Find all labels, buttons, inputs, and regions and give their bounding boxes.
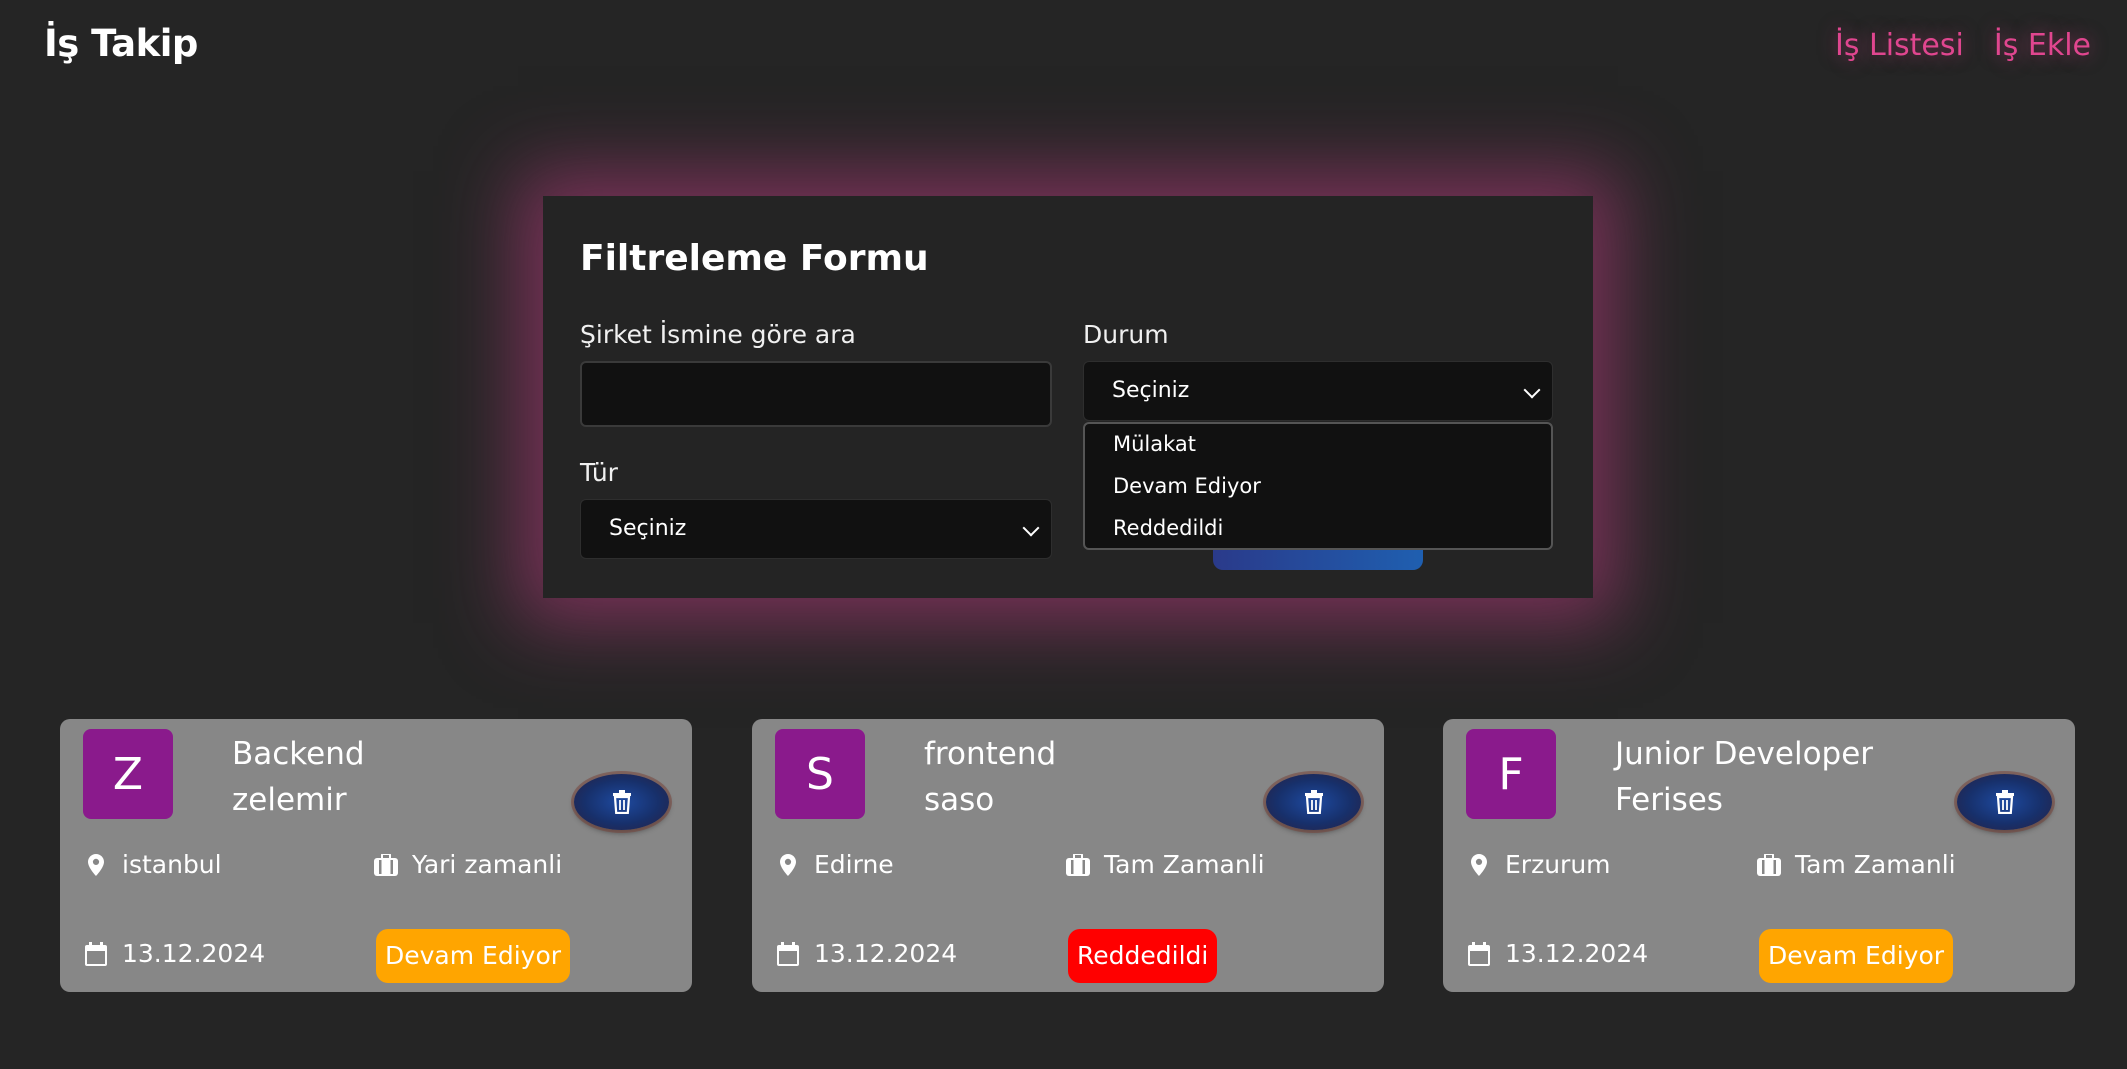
- status-select[interactable]: Seçiniz: [1083, 361, 1553, 421]
- job-position: frontend: [924, 736, 1057, 772]
- status-label: Durum: [1083, 320, 1169, 349]
- job-date: 13.12.2024: [84, 939, 265, 968]
- brand-logo[interactable]: İş Takip: [44, 22, 198, 65]
- status-dropdown: Mülakat Devam Ediyor Reddedildi: [1083, 422, 1553, 550]
- company-avatar: S: [775, 729, 865, 819]
- job-location: istanbul: [84, 850, 222, 879]
- job-card: Z Backend zelemir istanbul Yari zamanli …: [60, 719, 692, 992]
- job-type-text: Tam Zamanli: [1104, 850, 1265, 879]
- location-text: istanbul: [122, 850, 222, 879]
- chevron-down-icon: [1523, 381, 1541, 399]
- company-search-label: Şirket İsmine göre ara: [580, 320, 856, 349]
- nav-add-job[interactable]: İş Ekle: [1994, 28, 2091, 63]
- status-badge: Reddedildi: [1068, 929, 1218, 983]
- location-text: Edirne: [814, 850, 894, 879]
- job-type: Yari zamanli: [374, 850, 562, 879]
- job-date: 13.12.2024: [1467, 939, 1648, 968]
- status-option[interactable]: Mülakat: [1113, 432, 1196, 456]
- type-select[interactable]: Seçiniz: [580, 499, 1052, 559]
- calendar-icon: [84, 941, 108, 966]
- date-text: 13.12.2024: [1505, 939, 1649, 968]
- calendar-icon: [1467, 941, 1491, 966]
- company-search-input[interactable]: [580, 361, 1052, 427]
- trash-icon: [1995, 790, 2014, 814]
- job-location: Erzurum: [1467, 850, 1611, 879]
- job-card: F Junior Developer Ferises Erzurum Tam Z…: [1443, 719, 2075, 992]
- top-nav: İş Listesi İş Ekle: [1835, 28, 2091, 63]
- status-option[interactable]: Reddedildi: [1113, 516, 1223, 540]
- job-title: frontend saso: [924, 731, 1056, 823]
- status-option[interactable]: Devam Ediyor: [1113, 474, 1261, 498]
- type-select-value: Seçiniz: [609, 516, 687, 541]
- briefcase-icon: [1757, 853, 1781, 877]
- delete-button[interactable]: [1266, 774, 1361, 830]
- nav-job-list[interactable]: İş Listesi: [1835, 28, 1964, 63]
- delete-button[interactable]: [1957, 774, 2052, 830]
- filter-form: Filtreleme Formu Şirket İsmine göre ara …: [543, 196, 1593, 598]
- date-text: 13.12.2024: [122, 939, 266, 968]
- status-badge: Devam Ediyor: [1759, 929, 1954, 983]
- submit-button[interactable]: [1213, 548, 1423, 570]
- job-type: Tam Zamanli: [1066, 850, 1265, 879]
- job-title: Backend zelemir: [232, 731, 365, 823]
- location-pin-icon: [776, 853, 800, 877]
- job-position: Backend: [232, 736, 365, 772]
- job-date: 13.12.2024: [776, 939, 957, 968]
- delete-button[interactable]: [574, 774, 669, 830]
- date-text: 13.12.2024: [814, 939, 958, 968]
- chevron-down-icon: [1022, 519, 1040, 537]
- job-company: Ferises: [1615, 782, 1723, 818]
- location-pin-icon: [84, 853, 108, 877]
- job-type-text: Yari zamanli: [412, 850, 563, 879]
- job-type: Tam Zamanli: [1757, 850, 1956, 879]
- company-avatar: Z: [83, 729, 173, 819]
- briefcase-icon: [1066, 853, 1090, 877]
- briefcase-icon: [374, 853, 398, 877]
- job-position: Junior Developer: [1615, 736, 1874, 772]
- trash-icon: [1304, 790, 1323, 814]
- status-badge: Devam Ediyor: [376, 929, 571, 983]
- job-company: saso: [924, 782, 995, 818]
- type-label: Tür: [580, 458, 618, 487]
- job-company: zelemir: [232, 782, 347, 818]
- filter-title: Filtreleme Formu: [580, 238, 929, 279]
- job-location: Edirne: [776, 850, 894, 879]
- trash-icon: [612, 790, 631, 814]
- calendar-icon: [776, 941, 800, 966]
- location-pin-icon: [1467, 853, 1491, 877]
- status-select-value: Seçiniz: [1112, 378, 1190, 403]
- job-type-text: Tam Zamanli: [1795, 850, 1956, 879]
- job-card: S frontend saso Edirne Tam Zamanli 13.12…: [752, 719, 1384, 992]
- job-title: Junior Developer Ferises: [1615, 731, 1873, 823]
- company-avatar: F: [1466, 729, 1556, 819]
- location-text: Erzurum: [1505, 850, 1611, 879]
